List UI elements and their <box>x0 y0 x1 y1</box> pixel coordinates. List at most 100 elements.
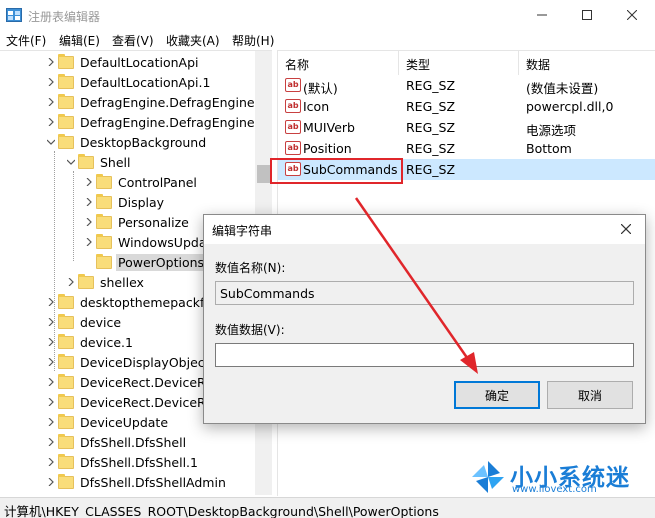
tree-item-label: DefaultLocationApi <box>80 54 199 70</box>
chevron-right-icon[interactable] <box>82 192 96 212</box>
column-header-name[interactable]: 名称 <box>278 51 399 75</box>
menu-view[interactable]: 查看(V) <box>112 32 154 49</box>
tree-item[interactable]: desktopthemepackfile <box>44 292 221 312</box>
tree-item-label: DefragEngine.DefragEngine <box>80 94 255 110</box>
value-row[interactable]: ab MUIVerb REG_SZ 电源选项 <box>278 117 655 138</box>
tree-item[interactable]: DeviceDisplayObject <box>44 352 212 372</box>
tree-item[interactable]: DeviceUpdate <box>44 412 170 432</box>
close-button[interactable] <box>609 0 655 30</box>
chevron-right-icon[interactable] <box>44 472 58 492</box>
tree-item[interactable]: Display <box>82 192 166 212</box>
tree-item-label: DfsShell.DfsShellAdmin <box>80 474 226 490</box>
chevron-right-icon[interactable] <box>44 312 58 332</box>
value-data-input[interactable] <box>215 343 634 367</box>
folder-icon <box>58 433 74 449</box>
chevron-right-icon[interactable] <box>82 232 96 252</box>
chevron-down-icon[interactable] <box>44 132 58 152</box>
tree-item[interactable]: ControlPanel <box>82 172 199 192</box>
tree-item-label: ControlPanel <box>118 174 197 190</box>
tree-item-label: device <box>80 314 122 330</box>
tree-item-label: DeviceUpdate <box>80 414 169 430</box>
string-value-icon: ab <box>285 120 301 134</box>
regedit-icon <box>6 8 22 22</box>
column-header-type[interactable]: 类型 <box>399 51 519 75</box>
tree-item-label: desktopthemepackfile <box>80 294 219 310</box>
tree-item[interactable]: PowerOptions <box>82 252 207 272</box>
chevron-right-icon[interactable] <box>44 432 58 452</box>
folder-icon <box>58 353 74 369</box>
value-row[interactable]: ab (默认) REG_SZ (数值未设置) <box>278 75 655 96</box>
chevron-right-icon[interactable] <box>44 372 58 392</box>
minimize-button[interactable] <box>519 0 565 30</box>
tree-item[interactable]: device <box>44 312 123 332</box>
tree-item[interactable]: DesktopBackground <box>44 132 208 152</box>
tree-item[interactable]: DefaultLocationApi <box>44 52 201 72</box>
tree-item[interactable]: DfsShell.DfsShell <box>44 432 188 452</box>
maximize-icon <box>582 10 592 20</box>
tree-item-label: DfsShell.DfsShell <box>80 434 187 450</box>
status-bar-path: 计算机\HKEY_CLASSES_ROOT\DesktopBackground\… <box>0 497 655 518</box>
tree-item-label: Display <box>118 194 165 210</box>
chevron-right-icon[interactable] <box>44 112 58 132</box>
edit-string-dialog: 编辑字符串 数值名称(N): SubCommands 数值数据(V): 确定 取… <box>203 214 646 424</box>
chevron-right-icon[interactable] <box>44 52 58 72</box>
menu-favorites[interactable]: 收藏夹(A) <box>166 32 220 49</box>
tree-item[interactable]: DefragEngine.DefragEngine.1 <box>44 112 268 132</box>
folder-icon <box>58 73 74 89</box>
chevron-right-icon[interactable] <box>82 212 96 232</box>
value-data: 电源选项 <box>526 123 577 138</box>
value-row[interactable]: ab Position REG_SZ Bottom <box>278 138 655 159</box>
tree-scrollbar-thumb[interactable] <box>257 165 270 183</box>
tree-item[interactable]: device.1 <box>44 332 135 352</box>
tree-item[interactable]: DfsShell.DfsShell.1 <box>44 452 200 472</box>
tree-item[interactable]: WindowsUpdate <box>82 232 221 252</box>
tree-item[interactable]: DeviceRect.DeviceRect <box>44 372 227 392</box>
value-type: REG_SZ <box>406 141 456 156</box>
folder-icon <box>58 473 74 489</box>
folder-icon <box>58 333 74 349</box>
column-header-data[interactable]: 数据 <box>519 51 655 75</box>
chevron-right-icon[interactable] <box>44 352 58 372</box>
menu-edit[interactable]: 编辑(E) <box>59 32 100 49</box>
cancel-button[interactable]: 取消 <box>547 381 633 409</box>
chevron-right-icon[interactable] <box>44 452 58 472</box>
watermark-logo-icon <box>472 461 504 493</box>
tree-item[interactable]: DefragEngine.DefragEngine <box>44 92 257 112</box>
folder-icon <box>96 233 112 249</box>
chevron-right-icon[interactable] <box>44 292 58 312</box>
ok-button[interactable]: 确定 <box>454 381 540 409</box>
value-name: (默认) <box>303 81 338 96</box>
chevron-down-icon[interactable] <box>64 152 78 172</box>
menu-help[interactable]: 帮助(H) <box>232 32 274 49</box>
folder-icon <box>58 93 74 109</box>
tree-item-label: Personalize <box>118 214 189 230</box>
chevron-right-icon[interactable] <box>44 392 58 412</box>
tree-item-label: device.1 <box>80 334 133 350</box>
folder-icon <box>58 313 74 329</box>
folder-icon <box>58 113 74 129</box>
no-chevron <box>82 252 96 272</box>
chevron-right-icon[interactable] <box>82 172 96 192</box>
tree-item[interactable]: shellex <box>64 272 146 292</box>
tree-item-label: DefaultLocationApi.1 <box>80 74 211 90</box>
chevron-right-icon[interactable] <box>64 272 78 292</box>
menu-file[interactable]: 文件(F) <box>6 32 46 49</box>
tree-item[interactable]: DefaultLocationApi.1 <box>44 72 212 92</box>
maximize-button[interactable] <box>564 0 610 30</box>
title-bar: 注册表编辑器 <box>0 0 655 30</box>
chevron-right-icon[interactable] <box>44 412 58 432</box>
chevron-right-icon[interactable] <box>44 72 58 92</box>
tree-item[interactable]: DfsShell.DfsShellAdmin <box>44 472 228 492</box>
value-row[interactable]: ab Icon REG_SZ powercpl.dll,0 <box>278 96 655 117</box>
tree-item[interactable]: Personalize <box>82 212 191 232</box>
folder-icon <box>58 133 74 149</box>
tree-item[interactable]: Shell <box>64 152 133 172</box>
chevron-right-icon[interactable] <box>44 92 58 112</box>
string-value-icon: ab <box>285 78 301 92</box>
value-type: REG_SZ <box>406 120 456 135</box>
dialog-close-button[interactable] <box>618 221 634 237</box>
close-icon <box>627 10 637 20</box>
folder-icon <box>96 173 112 189</box>
value-name: Position <box>303 141 352 156</box>
chevron-right-icon[interactable] <box>44 332 58 352</box>
